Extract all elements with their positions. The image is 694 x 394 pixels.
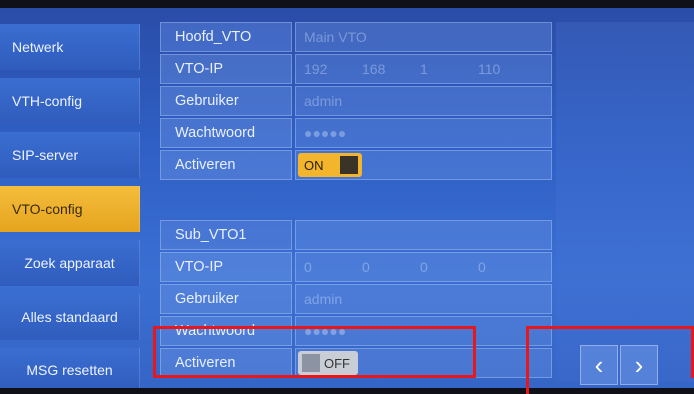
ip-octet[interactable]: 1	[420, 61, 478, 77]
ip-octet[interactable]: 0	[478, 259, 536, 275]
ip-octet[interactable]: 0	[304, 259, 362, 275]
sidebar-item-label: VTO-config	[12, 201, 83, 217]
sub-vto-ip-row: VTO-IP 0 0 0 0	[160, 252, 552, 284]
main-vto-header-row: Hoofd_VTO Main VTO	[160, 22, 552, 54]
main-vto-password-label: Wachtwoord	[160, 118, 292, 148]
toggle-knob	[340, 156, 358, 174]
sidebar-item-alles-standaard[interactable]: Alles standaard	[0, 294, 140, 340]
sub-vto-ip-label: VTO-IP	[160, 252, 292, 282]
highlight-box-navigation	[526, 326, 694, 378]
main-vto-enable-label: Activeren	[160, 150, 292, 180]
sidebar-item-zoek-apparaat[interactable]: Zoek apparaat	[0, 240, 140, 286]
sidebar-item-vto-config[interactable]: VTO-config	[0, 186, 140, 232]
main-vto-enable-row: Activeren ON	[160, 150, 552, 182]
highlight-line	[526, 376, 529, 394]
main-vto-enable-toggle[interactable]: ON	[298, 153, 362, 177]
main-vto-password-row: Wachtwoord ●●●●●	[160, 118, 552, 150]
main-vto-ip-label: VTO-IP	[160, 54, 292, 84]
sub-vto-user-label: Gebruiker	[160, 284, 292, 314]
main-vto-ip-field[interactable]: 192 168 1 110	[295, 54, 552, 84]
sub-vto-ip-field[interactable]: 0 0 0 0	[295, 252, 552, 282]
main-vto-name-field[interactable]: Main VTO	[295, 22, 552, 52]
sidebar-item-label: Zoek apparaat	[24, 255, 115, 271]
ip-octet[interactable]: 110	[478, 61, 536, 77]
sidebar-item-label: Alles standaard	[21, 309, 118, 325]
sub-vto-header-label: Sub_VTO1	[160, 220, 292, 250]
sidebar-item-netwerk[interactable]: Netwerk	[0, 24, 140, 70]
sub-vto-user-row: Gebruiker admin	[160, 284, 552, 316]
sidebar-item-label: MSG resetten	[26, 362, 113, 378]
main-vto-user-label: Gebruiker	[160, 86, 292, 116]
sidebar-item-msg-resetten[interactable]: MSG resetten	[0, 348, 140, 388]
ip-octet[interactable]: 0	[420, 259, 478, 275]
sub-vto-user-field[interactable]: admin	[295, 284, 552, 314]
main-vto-user-field[interactable]: admin	[295, 86, 552, 116]
highlight-box-activeren	[153, 326, 476, 378]
ip-octet[interactable]: 0	[362, 259, 420, 275]
ip-octet[interactable]: 168	[362, 61, 420, 77]
sidebar-item-label: VTH-config	[12, 93, 83, 109]
main-vto-ip-row: VTO-IP 192 168 1 110	[160, 54, 552, 86]
main-vto-user-row: Gebruiker admin	[160, 86, 552, 118]
toggle-state-label: ON	[304, 157, 324, 173]
screen-bezel-bottom	[0, 388, 694, 394]
main-vto-password-field[interactable]: ●●●●●	[295, 118, 552, 148]
ip-octet[interactable]: 192	[304, 61, 362, 77]
sub-vto-header-row: Sub_VTO1	[160, 220, 552, 252]
sidebar-item-label: Netwerk	[12, 39, 64, 55]
sidebar-item-vth-config[interactable]: VTH-config	[0, 78, 140, 124]
sub-vto-name-field[interactable]	[295, 220, 552, 250]
main-vto-header-label: Hoofd_VTO	[160, 22, 292, 52]
screen-bezel-top	[0, 0, 694, 8]
sidebar-item-label: SIP-server	[12, 147, 79, 163]
sidebar-item-sip-server[interactable]: SIP-server	[0, 132, 140, 178]
